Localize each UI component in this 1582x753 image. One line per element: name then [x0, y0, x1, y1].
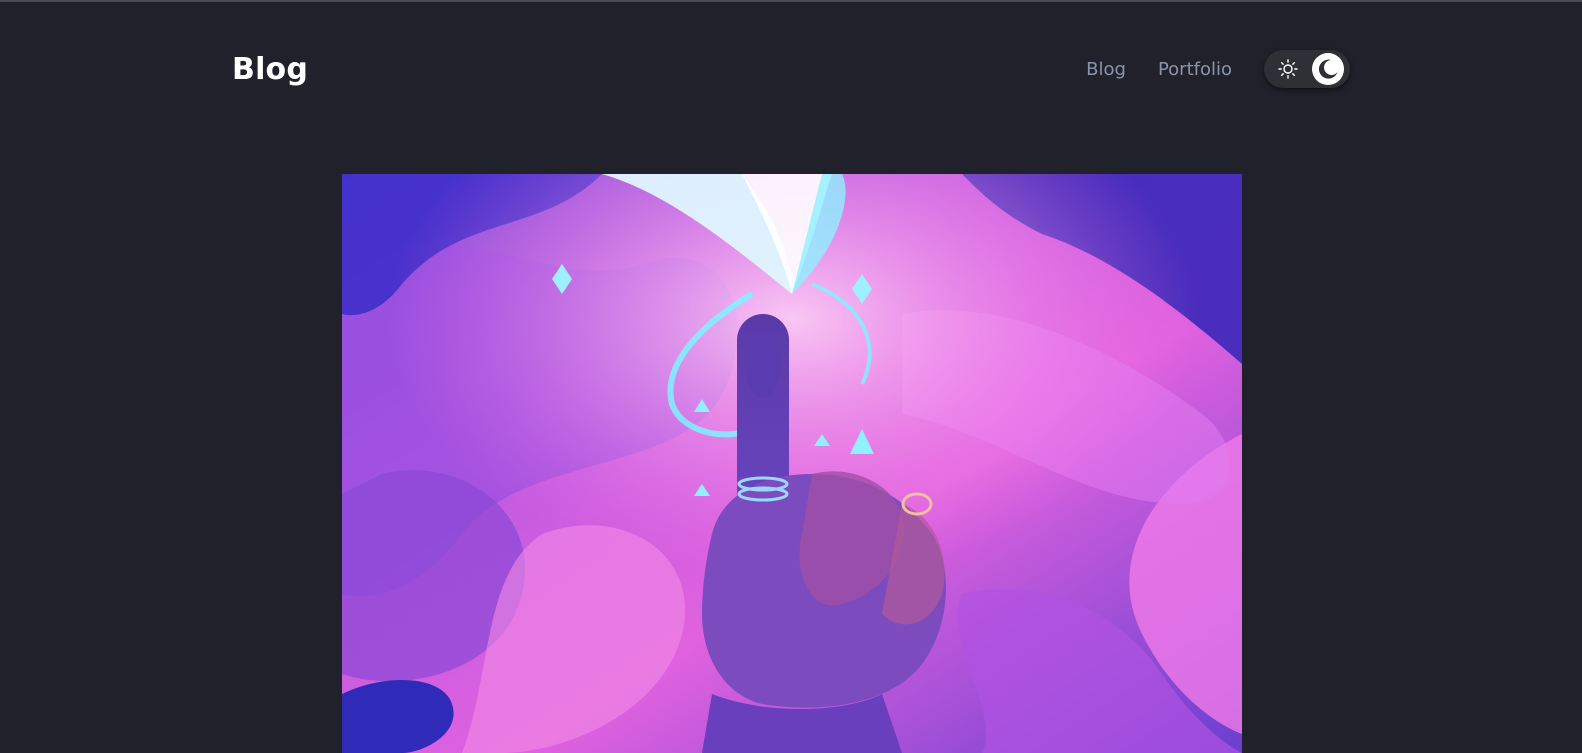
hero-illustration-art: [342, 174, 1242, 753]
toggle-knob: [1312, 53, 1344, 85]
theme-toggle[interactable]: [1264, 50, 1350, 88]
site-brand-link[interactable]: Blog: [232, 52, 308, 87]
moon-icon: [1318, 59, 1338, 79]
site-header: Blog Blog Portfolio: [232, 42, 1350, 102]
hero-illustration: [342, 174, 1242, 753]
main-nav: Blog Portfolio: [1086, 50, 1350, 88]
page: Blog Blog Portfolio: [0, 0, 1582, 753]
nav-link-portfolio[interactable]: Portfolio: [1158, 59, 1232, 80]
nav-link-blog[interactable]: Blog: [1086, 59, 1126, 80]
sun-icon: [1278, 59, 1298, 79]
